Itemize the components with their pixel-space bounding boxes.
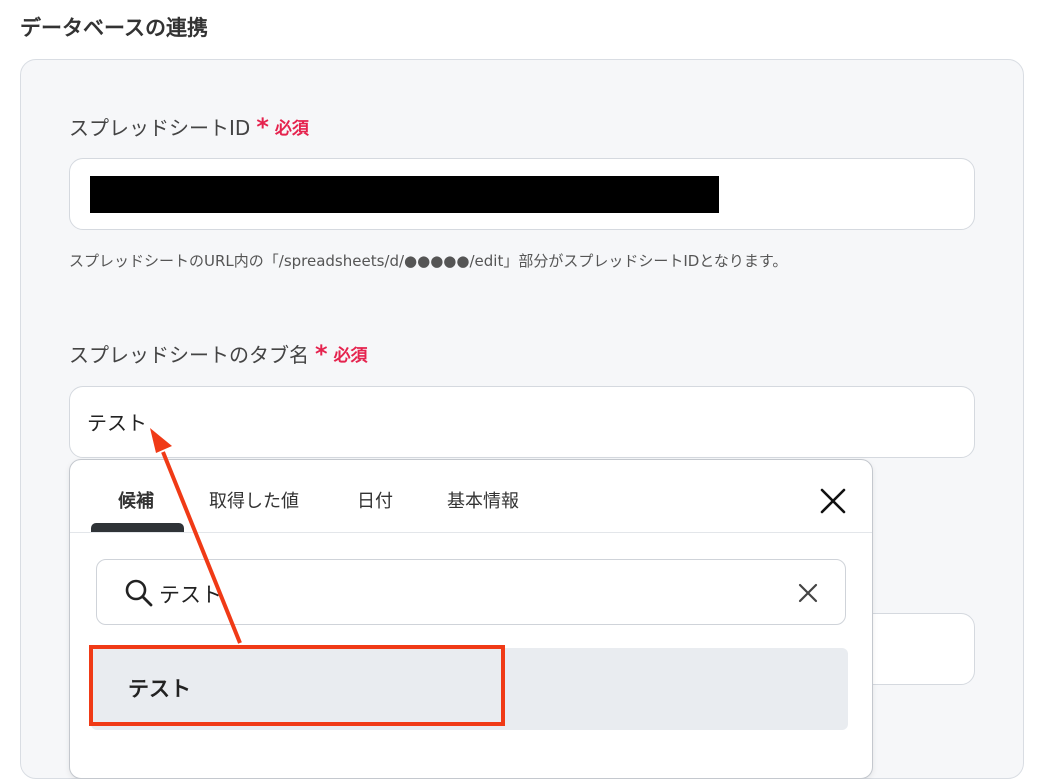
tab-basic-info[interactable]: 基本情報: [447, 487, 519, 513]
spreadsheet-id-label-text: スプレッドシートID: [69, 116, 251, 140]
close-icon[interactable]: [816, 484, 850, 518]
tab-date[interactable]: 日付: [357, 487, 393, 513]
required-badge: 必須: [274, 119, 309, 139]
required-star: *: [315, 339, 328, 368]
clear-icon[interactable]: [795, 580, 821, 606]
required-badge: 必須: [333, 346, 368, 366]
section-title: データベースの連携: [20, 16, 208, 40]
spreadsheet-id-help: スプレッドシートのURL内の「/spreadsheets/d/●●●●●/edi…: [69, 252, 788, 270]
active-tab-indicator: [91, 523, 184, 532]
tab-name-label: スプレッドシートのタブ名 * 必須: [69, 339, 368, 368]
redacted-value: [90, 176, 719, 213]
search-input[interactable]: テスト: [96, 559, 846, 625]
search-value: テスト: [159, 583, 222, 607]
tab-name-value: テスト: [87, 411, 147, 435]
dropdown-tabs: 候補 取得した値 日付 基本情報: [70, 460, 872, 533]
tab-name-label-text: スプレッドシートのタブ名: [69, 343, 309, 367]
annotation-highlight-box: [89, 645, 505, 726]
tab-retrieved-values[interactable]: 取得した値: [209, 487, 299, 513]
suggestion-dropdown: 候補 取得した値 日付 基本情報 テスト テスト: [69, 459, 873, 779]
required-star: *: [256, 112, 269, 141]
spreadsheet-id-label: スプレッドシートID * 必須: [69, 112, 309, 141]
search-icon: [124, 578, 154, 608]
tab-candidates[interactable]: 候補: [118, 487, 154, 513]
tab-name-input[interactable]: テスト: [69, 386, 975, 458]
